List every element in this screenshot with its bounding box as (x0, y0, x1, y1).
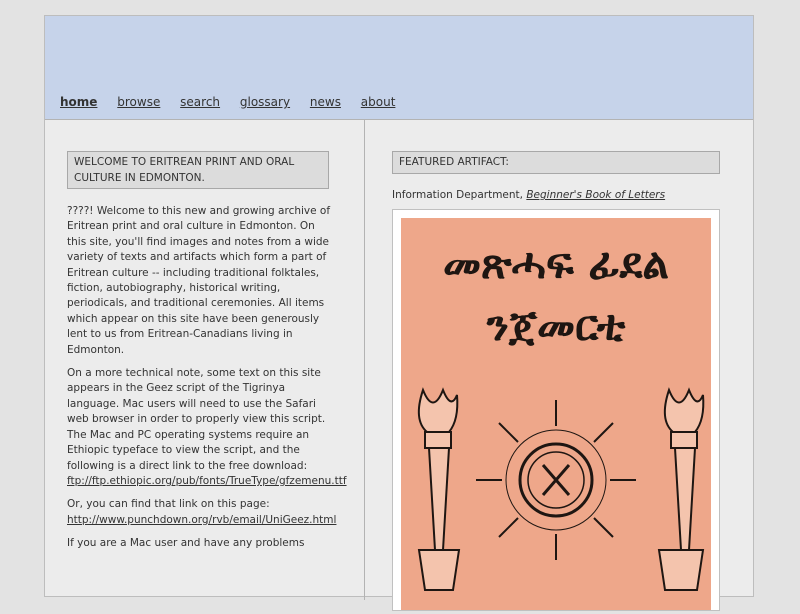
intro-paragraph: ????! Welcome to this new and growing ar… (67, 205, 331, 356)
site-header: home browse search glossary news about (45, 16, 753, 120)
artifact-credit: Information Department, Beginner's Book … (392, 189, 722, 201)
cover-title-line1: መጽሓፍ ፊደል (443, 239, 669, 288)
right-column: FEATURED ARTIFACT: Information Departmen… (365, 120, 753, 611)
sun-emblem (476, 400, 636, 560)
nav-search-link[interactable]: search (180, 95, 220, 109)
nav-news-link[interactable]: news (310, 95, 341, 109)
book-cover-image[interactable]: መጽሓፍ ፊደል ንጀመርቲ (393, 210, 719, 610)
featured-artifact-heading: FEATURED ARTIFACT: (392, 151, 720, 174)
artifact-image-frame[interactable]: መጽሓፍ ፊደል ንጀመርቲ (392, 209, 720, 611)
intro-text: ????! Welcome to this new and growing ar… (67, 204, 347, 560)
nav-home-link[interactable]: home (60, 95, 97, 109)
welcome-heading: WELCOME TO ERITREAN PRINT AND ORAL CULTU… (67, 151, 329, 189)
main-nav: home browse search glossary news about (60, 95, 411, 109)
font-download-link[interactable]: ftp://ftp.ethiopic.org/pub/fonts/TrueTyp… (67, 475, 347, 487)
unigeez-page-link[interactable]: http://www.punchdown.org/rvb/email/UniGe… (67, 514, 336, 526)
technical-note-text: On a more technical note, some text on t… (67, 367, 326, 472)
page-frame: home browse search glossary news about W… (44, 15, 754, 611)
nav-browse-link[interactable]: browse (117, 95, 160, 109)
technical-note-paragraph: On a more technical note, some text on t… (67, 366, 347, 489)
nav-glossary-link[interactable]: glossary (240, 95, 290, 109)
artifact-title-link[interactable]: Beginner's Book of Letters (526, 189, 665, 201)
nav-about-link[interactable]: about (361, 95, 396, 109)
credit-prefix: Information Department, (392, 189, 523, 201)
mac-user-paragraph: If you are a Mac user and have any probl… (67, 537, 305, 550)
cover-title-line2: ንጀመርቲ (486, 301, 626, 350)
unigeez-text: Or, you can find that link on this page: (67, 498, 270, 511)
unigeez-paragraph: Or, you can find that link on this page:… (67, 497, 336, 528)
left-column: WELCOME TO ERITREAN PRINT AND ORAL CULTU… (45, 120, 365, 600)
